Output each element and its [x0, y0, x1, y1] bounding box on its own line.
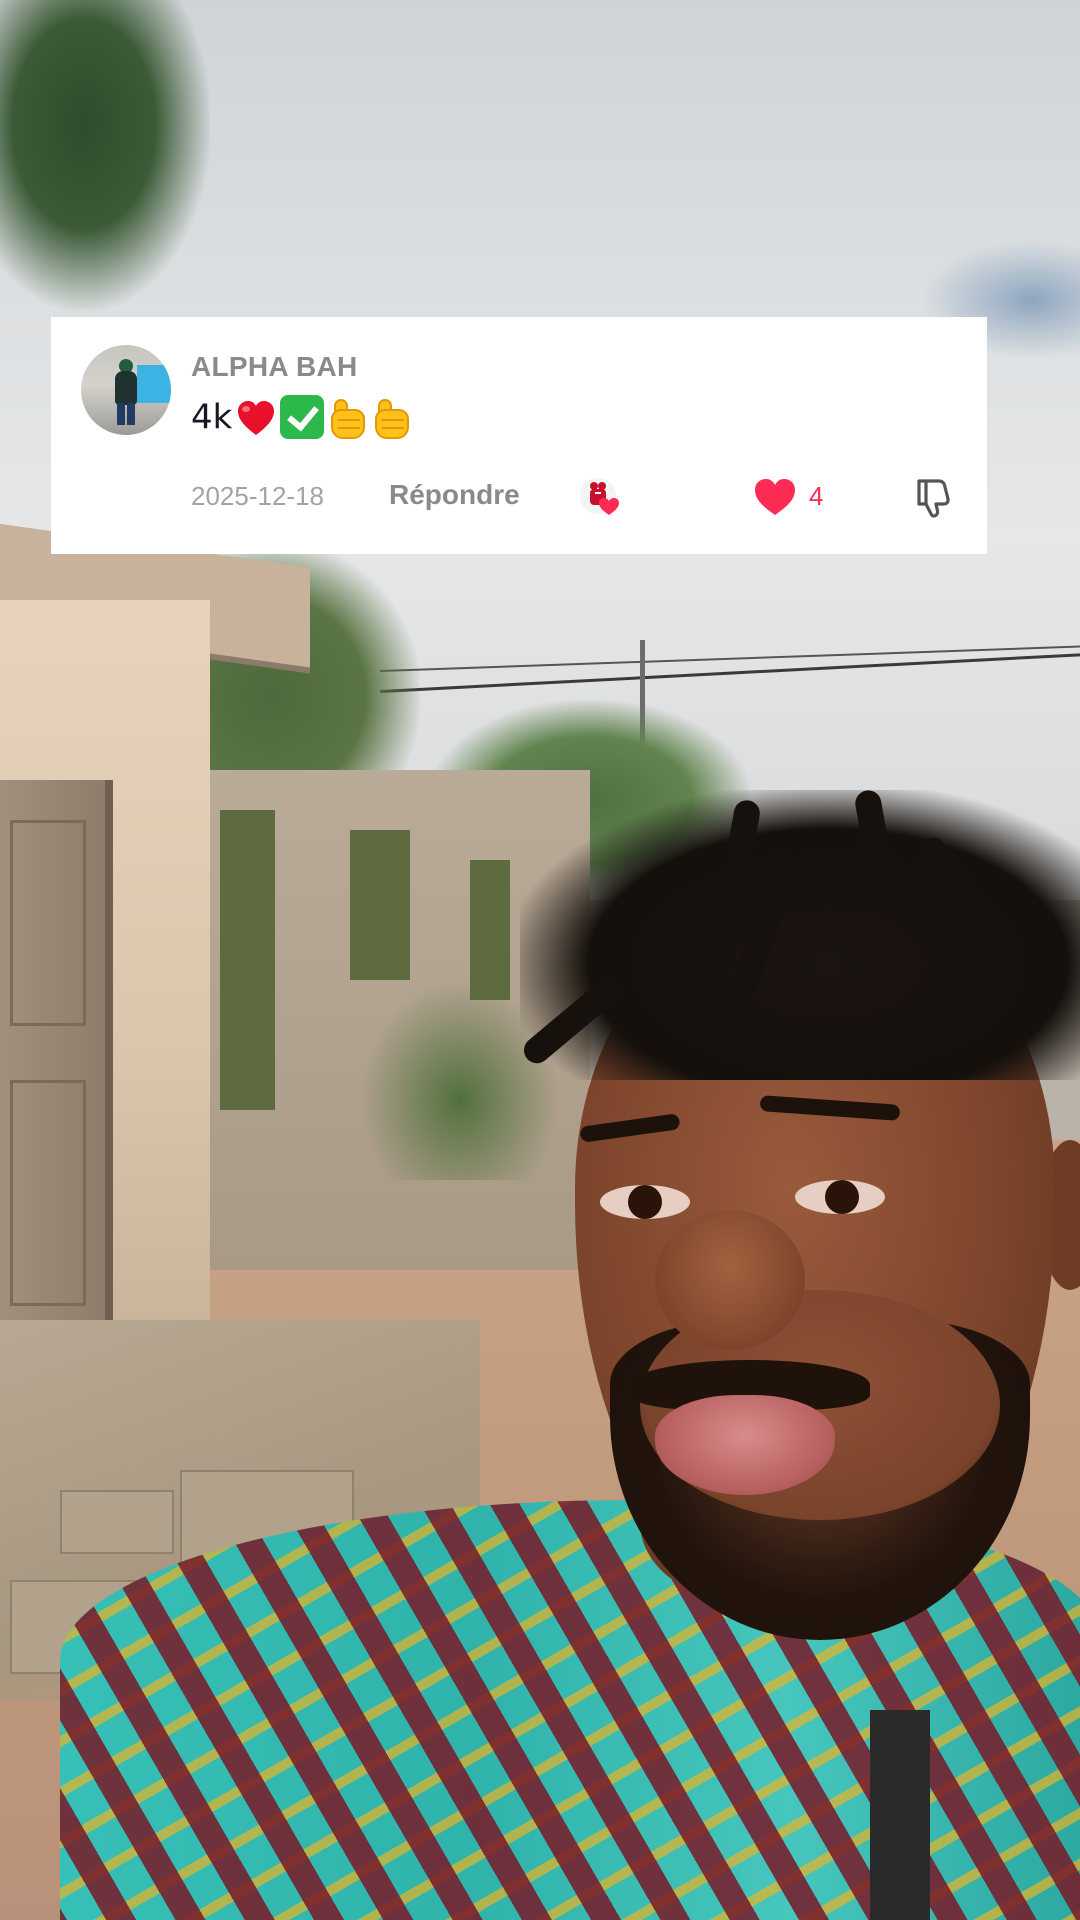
door-panel — [10, 820, 86, 1026]
comment-card[interactable]: ALPHA BAH 4k 2025-12-18 Répondre 4 — [51, 317, 987, 554]
shirt-placket — [870, 1710, 930, 1920]
tree-foliage — [0, 0, 210, 310]
check-mark-emoji — [280, 395, 325, 439]
wooden-door — [0, 780, 113, 1340]
comment-text-prefix: 4k — [191, 397, 233, 438]
eye — [795, 1180, 885, 1214]
raised-fist-emoji — [328, 397, 368, 441]
thumbs-down-icon[interactable] — [911, 475, 955, 519]
comment-date: 2025-12-18 — [191, 481, 324, 511]
red-heart-emoji — [238, 401, 275, 435]
wall-opening — [350, 830, 410, 980]
raised-fist-emoji — [372, 397, 412, 441]
nose — [655, 1210, 805, 1350]
wall-opening — [470, 860, 510, 1000]
comment-text: 4k — [191, 395, 412, 441]
door-panel — [10, 1080, 86, 1306]
user-avatar[interactable] — [81, 345, 171, 435]
cinder-block — [60, 1490, 174, 1554]
creator-liked-badge-icon — [580, 478, 619, 515]
hair-locs — [520, 790, 1080, 1080]
eye — [600, 1185, 690, 1219]
reply-button[interactable]: Répondre — [389, 479, 520, 511]
like-heart-icon[interactable] — [753, 477, 797, 517]
like-count: 4 — [809, 481, 824, 511]
comment-username[interactable]: ALPHA BAH — [191, 351, 358, 383]
comment-actions: 2025-12-18 Répondre 4 — [191, 475, 971, 519]
video-background[interactable] — [0, 0, 1080, 1920]
wall-opening — [220, 810, 275, 1110]
